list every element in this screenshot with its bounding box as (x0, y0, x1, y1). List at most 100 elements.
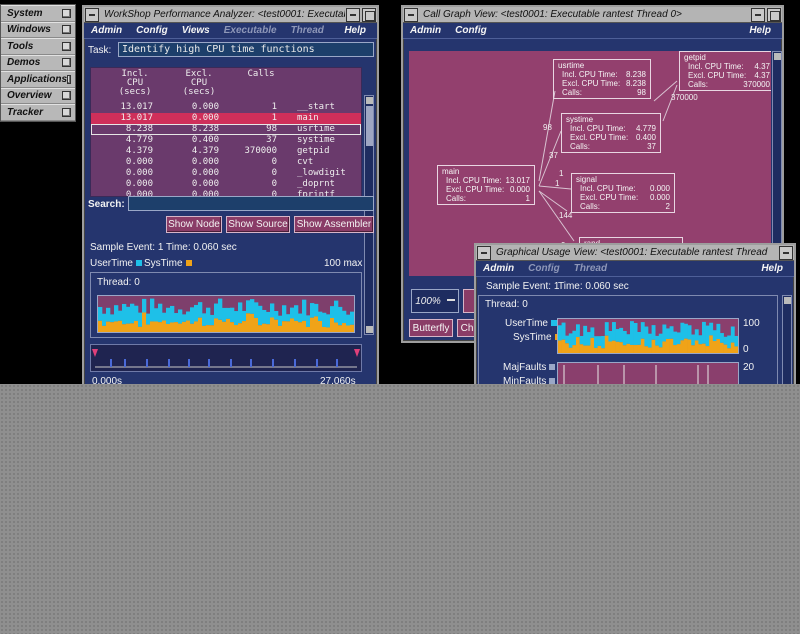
table-scrollbar[interactable] (364, 95, 374, 335)
maximize-icon[interactable] (767, 7, 781, 22)
usertime-bar (651, 325, 656, 340)
window-menu-icon[interactable] (477, 245, 491, 260)
menu-thread[interactable]: Thread (567, 263, 614, 274)
menu-admin[interactable]: Admin (84, 25, 129, 36)
systime-bar (637, 344, 642, 353)
minimize-icon[interactable] (779, 245, 793, 260)
toolchest-item-overview[interactable]: Overview (1, 87, 75, 104)
table-header: Incl. CPU (secs) Excl. CPU (secs) Calls (91, 70, 361, 98)
usertime-bar (126, 306, 131, 324)
menu-admin[interactable]: Admin (476, 263, 521, 274)
window-menu-icon[interactable] (85, 7, 99, 22)
graph-node-usrtime[interactable]: usrtime Incl. CPU Time: 8.238 Excl. CPU Tim… (553, 59, 651, 99)
table-row[interactable]: 13.017 0.000 1 __start (91, 102, 361, 113)
scroll-up-arrow-icon[interactable] (774, 53, 781, 60)
table-row[interactable]: 13.017 0.000 1 main (91, 113, 361, 124)
node-name: getpid (684, 53, 706, 62)
systime-bar (310, 317, 315, 332)
title-bar[interactable]: Call Graph View: <test0001: Executable r… (403, 7, 782, 23)
systime-bar (565, 343, 570, 353)
systime-bar (658, 347, 663, 353)
table-row[interactable]: 4.779 0.400 37 systime (91, 135, 361, 146)
systime-bar (572, 345, 577, 353)
cpu-usage-chart[interactable] (557, 318, 739, 354)
table-row[interactable]: 4.379 4.379 370000 getpid (91, 146, 361, 157)
graph-node-main[interactable]: main Incl. CPU Time: 13.017 Excl. CPU Time:… (437, 165, 535, 205)
table-row[interactable]: 0.000 0.000 0 cvt (91, 157, 361, 168)
usertime-bar (210, 314, 215, 326)
show-source-button[interactable]: Show Source (226, 216, 290, 233)
systime-bar (346, 325, 351, 332)
edge-label-37: 37 (549, 151, 558, 160)
usertime-bar (130, 303, 135, 324)
scroll-up-arrow-icon[interactable] (784, 297, 791, 304)
title-bar[interactable]: Graphical Usage View: <test0001: Executa… (476, 245, 794, 261)
toolchest-item-tools[interactable]: Tools (1, 38, 75, 55)
timeline-caliper-icon[interactable] (92, 349, 98, 357)
scroll-thumb[interactable] (366, 106, 373, 146)
systime-bar (676, 344, 681, 353)
usertime-bar (202, 313, 207, 326)
menu-executable[interactable]: Executable (217, 25, 284, 36)
scroll-up-arrow-icon[interactable] (366, 97, 373, 104)
sample-timeline[interactable] (90, 344, 362, 372)
menu-help[interactable]: Help (337, 25, 373, 36)
table-row[interactable]: 8.238 8.238 98 usrtime (91, 124, 361, 135)
usertime-bar (262, 309, 267, 324)
zoom-value: 100% (415, 295, 441, 307)
systime-bar (146, 324, 151, 332)
graph-node-systime[interactable]: systime Incl. CPU Time: 4.779 Excl. CPU Tim… (561, 113, 661, 153)
usage-chart-svg (98, 298, 355, 332)
show-node-button[interactable]: Show Node (166, 216, 222, 233)
timeline-caliper-icon[interactable] (354, 349, 360, 357)
usertime-bar (572, 330, 577, 346)
usertime-bar (102, 313, 107, 326)
usertime-bar (182, 314, 187, 322)
graph-node-getpid[interactable]: getpid Incl. CPU Time: 4.37 Excl. CPU Time:… (679, 51, 771, 91)
usertime-bar (590, 327, 595, 338)
usertime-bar (694, 329, 699, 341)
toolchest-item-demos[interactable]: Demos (1, 54, 75, 71)
usage-scrollbar[interactable] (782, 295, 792, 391)
toolchest-item-windows[interactable]: Windows (1, 21, 75, 38)
menu-help[interactable]: Help (754, 263, 790, 274)
usertime-bar (218, 298, 223, 320)
title-bar[interactable]: WorkShop Performance Analyzer: <test0001… (84, 7, 377, 23)
table-row[interactable]: 0.000 0.000 0 _doprnt (91, 179, 361, 190)
menu-config[interactable]: Config (129, 25, 175, 36)
systime-bar (290, 318, 295, 332)
cpu-usage-svg (558, 321, 738, 353)
table-row[interactable]: 0.000 0.000 0 _lowdigit (91, 168, 361, 179)
butterfly-button[interactable]: Butterfly (409, 319, 453, 337)
sample-time-label: Time: 0.060 sec (558, 281, 629, 292)
menu-admin[interactable]: Admin (403, 25, 448, 36)
menu-help[interactable]: Help (742, 25, 778, 36)
usertime-bar (250, 299, 255, 314)
systime-bar (334, 322, 339, 332)
scroll-down-arrow-icon[interactable] (366, 326, 373, 333)
usage-chart[interactable] (97, 295, 355, 333)
window-menu-icon[interactable] (404, 7, 418, 22)
task-field[interactable]: Identify high CPU time functions (118, 42, 374, 57)
cell-calls: 0 (271, 179, 277, 189)
usertime-bar (238, 302, 243, 324)
toolchest-item-system[interactable]: System (1, 5, 75, 22)
maximize-icon[interactable] (362, 7, 376, 22)
minimize-icon[interactable] (751, 7, 765, 22)
menu-config[interactable]: Config (448, 25, 494, 36)
toolchest-item-tracker[interactable]: Tracker (1, 104, 75, 121)
menu-config[interactable]: Config (521, 263, 567, 274)
show-assembler-button[interactable]: Show Assembler (294, 216, 374, 233)
menu-views[interactable]: Views (175, 25, 217, 36)
menu-thread[interactable]: Thread (284, 25, 331, 36)
search-input[interactable] (128, 196, 374, 211)
systime-bar (558, 340, 562, 353)
usertime-bar (166, 307, 171, 324)
zoom-selector[interactable]: 100% (411, 289, 459, 313)
function-table[interactable]: Incl. CPU (secs) Excl. CPU (secs) Calls … (90, 67, 362, 197)
graph-node-signal[interactable]: signal Incl. CPU Time: 0.000 Excl. CPU Time… (571, 173, 675, 213)
usertime-bar (186, 311, 191, 321)
minimize-icon[interactable] (346, 7, 360, 22)
toolchest-item-applications[interactable]: Applications (1, 71, 75, 88)
usertime-legend: UserTime (90, 258, 142, 269)
